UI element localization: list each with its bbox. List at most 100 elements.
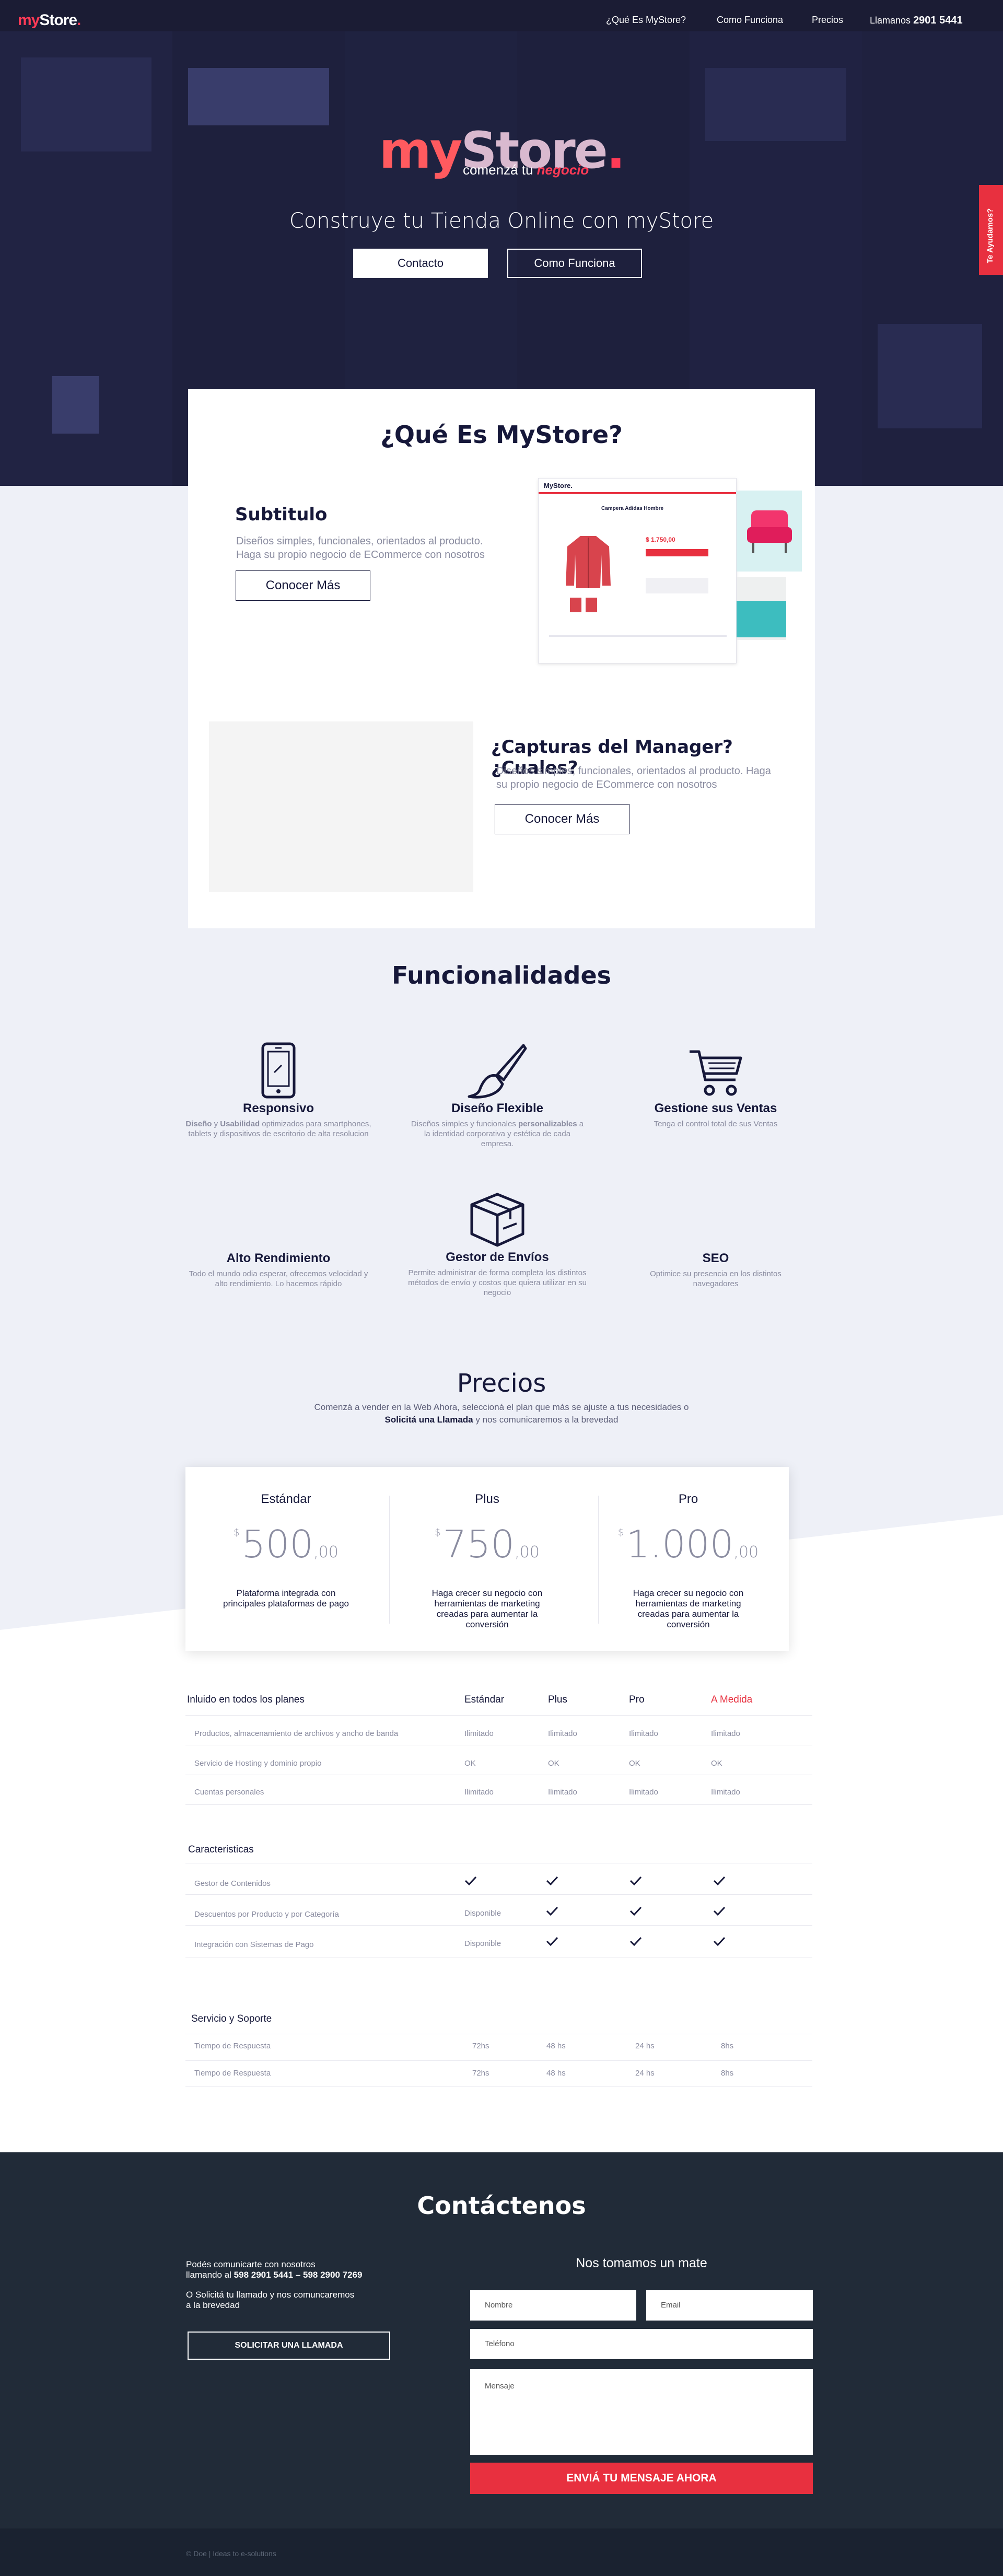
features-table-title: Caracteristicas [188,1844,254,1855]
pricing-request-call-link[interactable]: Solicitá una Llamada [385,1415,473,1425]
hero-logo-sub-text: comenzá tu [463,162,533,178]
table-row-label: Tiempo de Respuesta [194,2042,271,2050]
feature-desc-bold: Usabilidad [220,1120,260,1128]
block2-learn-more-button[interactable]: Conocer Más [495,804,629,834]
table-row-label: Cuentas personales [194,1788,264,1797]
plan-currency: $ [435,1527,441,1538]
table-cell: OK [711,1759,722,1768]
hero-logo-my: my [379,121,463,180]
contact-section: Contáctenos Podés comunicarte con nosotr… [0,2152,1003,2576]
block1-subtitle: Subtitulo [235,504,328,525]
nav-link-que-es[interactable]: ¿Qué Es MyStore? [606,15,686,26]
plan-pro[interactable]: Pro $1.000,00 Haga crecer su negocio con… [588,1467,789,1651]
feature-desc-part: Diseños simples y funcionales [411,1120,519,1128]
hero-logo-dot: . [606,121,626,180]
how-it-works-button[interactable]: Como Funciona [507,249,642,278]
contact-info-line: Podés comunicarte con nosotros [186,2259,316,2269]
feature-description: Diseños simples y funcionales personaliz… [409,1119,586,1149]
table-row-label: Descuentos por Producto y por Categoría [194,1910,339,1919]
feature-title: SEO [702,1251,729,1265]
table-divider [185,1804,812,1805]
table-cell: Ilimitado [548,1788,577,1797]
plan-standard[interactable]: Estándar $500,00 Plataforma integrada co… [185,1467,387,1651]
nav-logo[interactable]: myStore. [18,11,81,29]
plan-description: Haga crecer su negocio con herramientas … [633,1588,744,1629]
table-cell: 24 hs [635,2069,655,2078]
mockup-line [549,635,727,637]
support-table-title: Servicio y Soporte [191,2013,272,2024]
feature-description: Tenga el control total de sus Ventas [654,1120,778,1128]
top-navigation: myStore. ¿Qué Es MyStore? Como Funciona … [0,0,1003,41]
plan-amount: 750 [442,1522,515,1566]
block1-learn-more-button[interactable]: Conocer Más [236,570,370,601]
name-input[interactable]: Nombre [470,2290,636,2321]
hero-logo-sub: comenzá tu negocio [463,162,589,178]
mockup-chair-panel [737,491,802,572]
help-side-tab[interactable]: Te Ayudamos? [979,185,1003,275]
plan-name: Plus [475,1492,499,1506]
footer: © Doe | Ideas to e-solutions [0,2528,1003,2576]
hero-tagline: Construye tu Tienda Online con myStore [289,209,714,233]
plan-price: $500,00 [185,1522,387,1566]
table-cell: Ilimitado [711,1788,740,1797]
feature-desc-bold: Diseño [185,1120,212,1128]
plan-cents: ,00 [733,1543,759,1561]
request-call-button[interactable]: SOLICITAR UNA LLAMADA [188,2332,390,2360]
nav-link-como-funciona[interactable]: Como Funciona [717,15,783,26]
what-is-section: ¿Qué Es MyStore? Subtitulo Diseños simpl… [188,389,815,928]
send-message-button[interactable]: ENVIÁ TU MENSAJE AHORA [470,2463,813,2494]
nav-phone-label: Llamanos [870,15,911,26]
feature-title: Alto Rendimiento [226,1251,331,1265]
store-mockup-screen: MyStore. Campera Adidas Hombre $ 1.750,0… [538,478,737,663]
check-icon [713,1876,726,1886]
plan-price: $1.000,00 [588,1522,789,1566]
contact-info-line: a la brevedad [186,2300,240,2310]
table-divider [185,1894,812,1895]
feature-performance: Alto Rendimiento Todo el mundo odia espe… [174,1251,383,1289]
table-divider [185,1925,812,1926]
plan-amount: 1.000 [626,1522,734,1566]
contact-button[interactable]: Contacto [353,249,488,278]
chair-image [747,510,792,553]
hero-logo: myStore. comenzá tu negocio [0,125,1003,178]
plan-currency: $ [617,1527,624,1538]
email-input[interactable]: Email [646,2290,813,2321]
teal-object [737,601,786,637]
hero-logo-sub-accent: negocio [537,162,589,178]
contact-info-line: llamando al [186,2270,234,2280]
nav-phone[interactable]: Llamanos 2901 5441 [870,15,963,27]
check-icon [546,1876,558,1886]
check-icon [629,1906,642,1916]
feature-title: Diseño Flexible [451,1101,544,1115]
col-plus: Plus [548,1694,567,1705]
message-textarea[interactable]: Mensaje [470,2369,813,2455]
table-cell: 72hs [472,2069,489,2078]
form-title: Nos tomamos un mate [576,2256,707,2270]
table-row-label: Servicio de Hosting y dominio propio [194,1759,322,1768]
phone-input[interactable]: Teléfono [470,2329,813,2359]
help-side-tab-label: Te Ayudamos? [986,208,995,263]
feature-desc-part: y [212,1120,220,1128]
contact-title: Contáctenos [417,2192,586,2220]
mockup-buy-btn [646,549,708,556]
nav-link-precios[interactable]: Precios [812,15,843,26]
pricing-subtitle-end: y nos comunicaremos a la brevedad [473,1415,619,1425]
hero-bg-card [188,68,329,125]
included-title: Inluido en todos los planes [187,1694,305,1705]
table-cell: OK [464,1759,476,1768]
mockup-dots [737,650,815,663]
check-icon [713,1906,726,1916]
plan-name: Pro [678,1492,698,1506]
mockup-price: $ 1.750,00 [646,536,675,543]
feature-flexible-design: Diseño Flexible Diseños simples y funcio… [393,1042,602,1149]
plan-plus[interactable]: Plus $750,00 Haga crecer su negocio con … [387,1467,588,1651]
manager-screenshot-placeholder [209,721,473,892]
mockup-thumb [570,598,581,612]
feature-responsive: Responsivo Diseño y Usabilidad optimizad… [174,1042,383,1139]
table-row-label: Integración con Sistemas de Pago [194,1940,314,1949]
hero-bg-card [878,324,982,428]
mockup-bar [539,492,736,494]
feature-seo: SEO Optimice su presencia en los distint… [611,1251,820,1289]
contact-info-phones: llamando al 598 2901 5441 – 598 2900 726… [186,2270,362,2280]
what-is-title: ¿Qué Es MyStore? [380,421,623,449]
